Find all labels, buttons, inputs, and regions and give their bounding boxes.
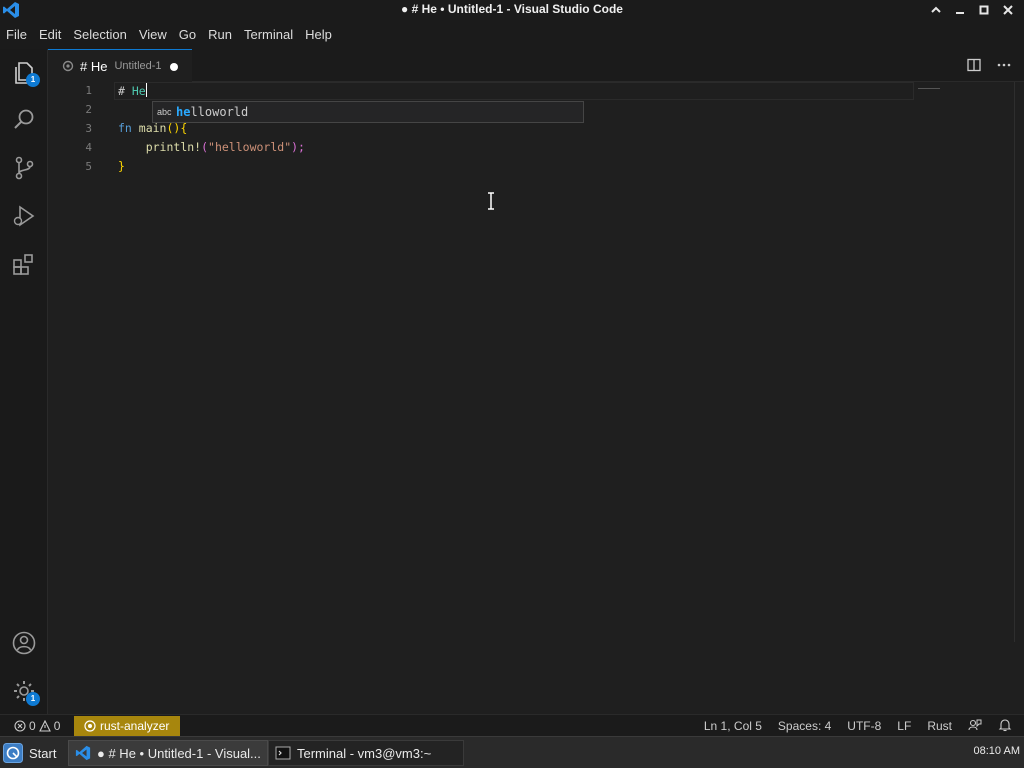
maximize-button[interactable] <box>976 2 992 18</box>
gear-icon[interactable]: 1 <box>10 677 40 706</box>
code-line-3: fn main(){ <box>118 121 187 135</box>
explorer-badge: 1 <box>26 73 40 87</box>
code-line-4: println!("helloworld"); <box>118 140 305 154</box>
code-token: fn <box>118 121 139 135</box>
extensions-icon[interactable] <box>10 250 38 278</box>
menu-terminal[interactable]: Terminal <box>238 27 299 42</box>
code-token: () <box>166 121 181 135</box>
window-title: ● # He • Untitled-1 - Visual Studio Code <box>401 2 623 16</box>
warning-count: 0 <box>53 719 61 733</box>
split-editor-icon[interactable] <box>966 57 982 77</box>
rust-analyzer-status[interactable]: rust-analyzer <box>74 716 180 736</box>
error-count: 0 <box>29 719 36 733</box>
source-control-icon[interactable] <box>10 154 38 182</box>
cursor-position[interactable]: Ln 1, Col 5 <box>704 719 762 733</box>
text-cursor <box>145 83 147 97</box>
problems-indicator[interactable]: 0 0 <box>14 719 60 733</box>
line-number: 5 <box>85 160 92 173</box>
tab-title: # He <box>80 58 108 74</box>
extension-label: rust-analyzer <box>100 719 170 733</box>
start-menu-icon <box>3 743 23 763</box>
code-token: } <box>118 159 125 173</box>
taskbar-item-vscode[interactable]: ● # He • Untitled-1 - Visual... <box>68 740 268 766</box>
code-token: println! <box>145 140 202 154</box>
activity-bar: 1 1 <box>0 49 48 714</box>
suggest-widget[interactable]: abc helloworld <box>152 101 584 123</box>
menu-go[interactable]: Go <box>173 27 202 42</box>
menu-edit[interactable]: Edit <box>33 27 67 42</box>
title-bar: ● # He • Untitled-1 - Visual Studio Code <box>0 0 1024 20</box>
warning-icon <box>38 720 51 732</box>
menu-bar: File Edit Selection View Go Run Terminal… <box>0 20 1024 49</box>
menu-run[interactable]: Run <box>202 27 238 42</box>
account-icon[interactable] <box>10 629 38 657</box>
unsaved-dot-icon[interactable] <box>170 63 178 71</box>
more-actions-icon[interactable] <box>996 57 1012 77</box>
menu-file[interactable]: File <box>0 27 33 42</box>
suggestion-rest: lloworld <box>190 105 249 119</box>
code-editor[interactable]: 1 2 3 4 5 # He fn main(){ println!("hell… <box>48 82 1024 714</box>
code-token: He <box>131 84 146 98</box>
minimap[interactable] <box>918 88 940 91</box>
line-number: 4 <box>85 141 92 154</box>
search-icon[interactable] <box>10 106 38 134</box>
code-token: main <box>138 121 167 135</box>
code-line-1: # He <box>118 83 147 98</box>
notification-bell-icon[interactable] <box>998 718 1012 735</box>
close-button[interactable] <box>1000 2 1016 18</box>
suggestion-match: he <box>176 105 191 119</box>
os-taskbar: Start ● # He • Untitled-1 - Visual... Te… <box>0 736 1024 768</box>
taskbar-item-label: Terminal - vm3@vm3:~ <box>297 745 432 761</box>
explorer-icon[interactable]: 1 <box>10 59 40 87</box>
rust-analyzer-icon <box>84 720 96 732</box>
word-suggestion-icon: abc <box>157 107 172 117</box>
current-line-highlight <box>114 82 914 100</box>
file-icon <box>62 60 74 72</box>
feedback-icon[interactable] <box>968 718 982 735</box>
minimize-button[interactable] <box>952 2 968 18</box>
suggestion-label[interactable]: helloworld <box>176 105 248 119</box>
taskbar-item-label: ● # He • Untitled-1 - Visual... <box>97 745 261 761</box>
code-token: ); <box>291 140 305 154</box>
terminal-icon <box>275 746 291 760</box>
tab-description: Untitled-1 <box>114 60 162 72</box>
code-token: ( <box>201 140 209 154</box>
taskbar-item-terminal[interactable]: Terminal - vm3@vm3:~ <box>268 740 464 766</box>
status-bar: 0 0 rust-analyzer Ln 1, Col 5 Spaces: 4 … <box>0 714 1024 736</box>
code-token: # <box>118 84 132 98</box>
code-token: "helloworld" <box>208 140 292 154</box>
line-number: 3 <box>85 122 92 135</box>
settings-badge: 1 <box>26 692 40 706</box>
code-line-5: } <box>118 159 125 173</box>
menu-view[interactable]: View <box>133 27 173 42</box>
tab-untitled-1[interactable]: # He Untitled-1 <box>48 49 192 82</box>
vscode-logo-icon <box>75 745 91 761</box>
start-label: Start <box>29 745 57 761</box>
run-debug-icon[interactable] <box>10 202 38 230</box>
mouse-ibeam-cursor-icon <box>486 192 496 213</box>
line-number: 2 <box>85 103 92 116</box>
code-token: { <box>180 121 188 135</box>
tab-bar: # He Untitled-1 <box>48 49 1024 82</box>
error-icon <box>14 720 26 732</box>
vertical-scrollbar[interactable] <box>1014 82 1024 642</box>
end-of-line[interactable]: LF <box>897 719 911 733</box>
chevron-up-icon[interactable] <box>928 2 944 18</box>
clock[interactable]: 08:10 AM <box>974 745 1020 757</box>
encoding[interactable]: UTF-8 <box>847 719 881 733</box>
language-mode[interactable]: Rust <box>927 719 952 733</box>
start-button[interactable]: Start <box>3 742 56 764</box>
menu-selection[interactable]: Selection <box>67 27 132 42</box>
line-number: 1 <box>85 84 92 97</box>
menu-help[interactable]: Help <box>299 27 338 42</box>
indentation[interactable]: Spaces: 4 <box>778 719 831 733</box>
